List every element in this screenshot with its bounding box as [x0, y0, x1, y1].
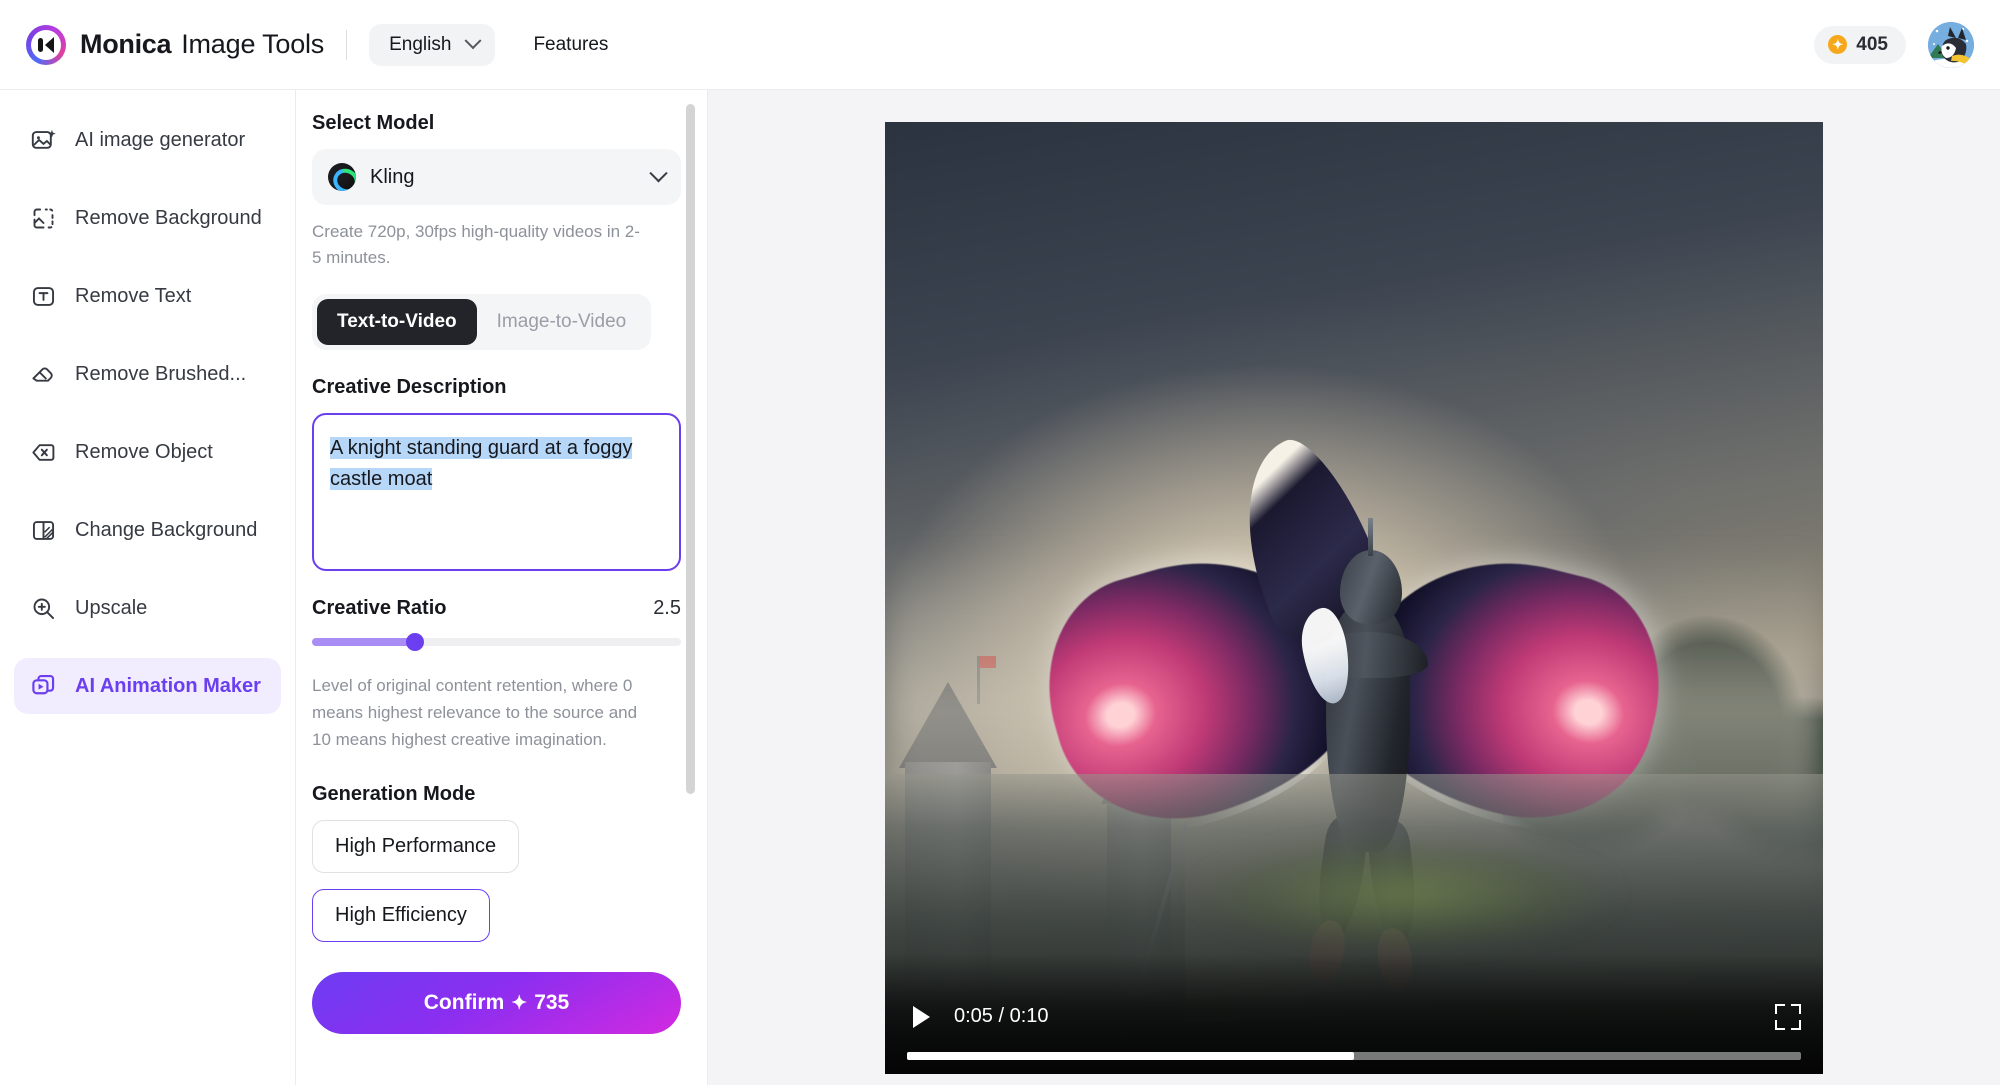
video-preview-area: 0:05 / 0:10	[708, 90, 2000, 1085]
tab-text-to-video[interactable]: Text-to-Video	[317, 298, 477, 345]
slider-thumb[interactable]	[406, 632, 425, 651]
generation-mode-group: High Performance High Efficiency	[312, 820, 681, 958]
creative-description-label: Creative Description	[312, 375, 507, 398]
language-label: English	[389, 33, 452, 55]
creative-ratio-header: Creative Ratio 2.5	[312, 597, 681, 620]
model-select-dropdown[interactable]: Kling	[312, 149, 681, 205]
header-divider	[346, 29, 348, 60]
credits-count: 405	[1856, 33, 1888, 55]
spark-icon: ✦	[511, 992, 528, 1014]
video-controls: 0:05 / 0:10	[885, 953, 1823, 1074]
video-player[interactable]: 0:05 / 0:10	[885, 121, 1823, 1074]
sidebar-item-ai-image-generator[interactable]: AI image generator	[14, 112, 281, 168]
avatar-husky-icon	[1928, 21, 1974, 68]
chevron-down-icon	[464, 31, 482, 49]
monica-logo-icon	[26, 24, 66, 65]
creative-description-value: A knight standing guard at a foggy castl…	[330, 436, 633, 490]
credits-badge[interactable]: 405	[1814, 25, 1906, 64]
image-sparkle-icon	[31, 129, 56, 149]
coin-icon	[1828, 35, 1848, 54]
sidebar-item-remove-object[interactable]: Remove Object	[14, 424, 281, 480]
object-x-icon	[32, 443, 55, 461]
sidebar-item-label: Remove Background	[75, 206, 262, 229]
sidebar-item-label: Remove Object	[75, 440, 213, 463]
sidebar-item-label: AI image generator	[75, 128, 246, 151]
confirm-button[interactable]: Confirm ✦ 735	[312, 972, 681, 1035]
app-body: AI image generator Remove Background Rem…	[0, 90, 2000, 1085]
model-name: Kling	[370, 165, 415, 188]
sidebar: AI image generator Remove Background Rem…	[0, 90, 296, 1085]
creative-ratio-description: Level of original content retention, whe…	[312, 675, 638, 750]
sidebar-item-label: Change Background	[75, 518, 258, 541]
video-frame-image	[885, 121, 1823, 1074]
panel-scrollbar-thumb[interactable]	[686, 104, 695, 794]
generation-mode-label: Generation Mode	[312, 783, 476, 806]
confirm-label: Confirm	[423, 991, 505, 1015]
video-time-display: 0:05 / 0:10	[954, 1005, 1049, 1027]
header-right-group: 405	[1814, 21, 1974, 68]
app-header: Monica Image Tools English Features 405	[0, 0, 2000, 90]
creative-ratio-slider[interactable]	[312, 632, 681, 651]
sidebar-item-label: Upscale	[75, 596, 148, 619]
chevron-down-icon	[649, 163, 668, 182]
text-box-icon	[32, 286, 55, 306]
model-description: Create 720p, 30fps high-quality videos i…	[312, 222, 640, 268]
confirm-cost: 735	[534, 991, 570, 1015]
video-progress-fill	[907, 1051, 1354, 1060]
creative-ratio-value: 2.5	[653, 596, 681, 619]
brand-subtitle: Image Tools	[181, 29, 325, 59]
play-icon[interactable]	[913, 1005, 930, 1028]
dashed-frame-icon	[33, 208, 54, 228]
video-layers-icon	[32, 674, 55, 694]
brand-logo[interactable]: Monica Image Tools	[26, 24, 325, 65]
brand-name: Monica	[80, 29, 172, 59]
mode-high-performance[interactable]: High Performance	[312, 820, 520, 874]
kling-logo-icon	[328, 163, 356, 191]
mode-high-efficiency[interactable]: High Efficiency	[312, 889, 490, 943]
split-panel-icon	[32, 520, 55, 540]
fullscreen-icon[interactable]	[1775, 1003, 1801, 1030]
video-mode-tabs: Text-to-Video Image-to-Video	[312, 293, 652, 350]
sidebar-item-remove-brushed[interactable]: Remove Brushed...	[14, 346, 281, 402]
sidebar-item-label: Remove Brushed...	[75, 362, 247, 385]
tab-image-to-video[interactable]: Image-to-Video	[477, 299, 647, 345]
sidebar-item-ai-animation-maker[interactable]: AI Animation Maker	[14, 658, 281, 714]
creative-ratio-label: Creative Ratio	[312, 596, 447, 619]
app-root: Monica Image Tools English Features 405	[0, 0, 2000, 1085]
settings-panel: Select Model Kling Create 720p, 30fps hi…	[296, 90, 708, 1085]
eraser-icon	[32, 367, 53, 382]
sidebar-item-remove-background[interactable]: Remove Background	[14, 190, 281, 246]
select-model-label: Select Model	[312, 112, 435, 134]
sidebar-item-remove-text[interactable]: Remove Text	[14, 268, 281, 324]
avatar[interactable]	[1928, 21, 1974, 68]
panel-scrollbar-track[interactable]	[686, 96, 701, 1085]
language-selector[interactable]: English	[369, 23, 496, 66]
sidebar-item-label: Remove Text	[75, 284, 192, 307]
sidebar-item-upscale[interactable]: Upscale	[14, 580, 281, 636]
sidebar-item-label: AI Animation Maker	[75, 674, 261, 697]
magnifier-plus-icon	[33, 598, 55, 619]
slider-fill	[312, 637, 416, 646]
video-progress-bar[interactable]	[907, 1051, 1801, 1060]
video-controls-row: 0:05 / 0:10	[907, 1003, 1801, 1030]
features-link[interactable]: Features	[533, 34, 608, 56]
creative-description-input[interactable]: A knight standing guard at a foggy castl…	[312, 412, 681, 571]
sidebar-item-change-background[interactable]: Change Background	[14, 502, 281, 558]
